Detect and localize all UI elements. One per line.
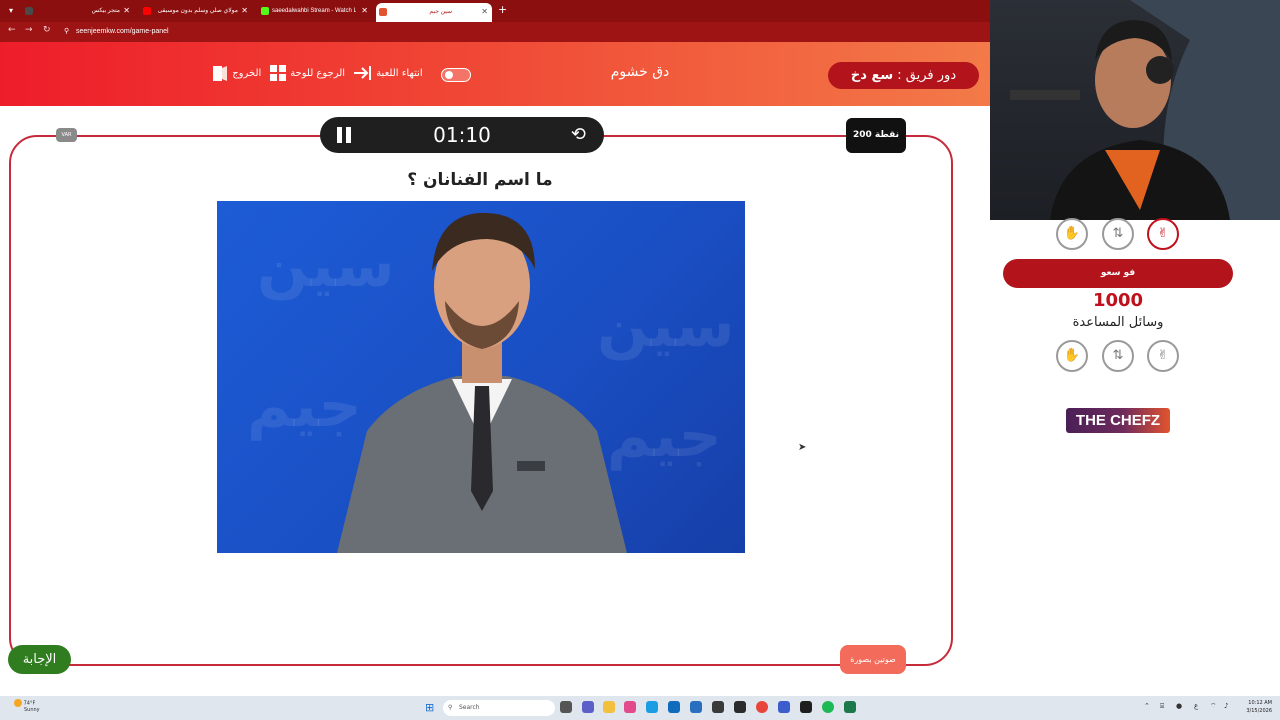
tab-kick-stream[interactable]: saeedalwahbi Stream - Watch Liv ✕ <box>258 2 372 20</box>
back-icon[interactable]: ← <box>8 25 16 35</box>
mouse-cursor-icon: ➤ <box>798 442 807 453</box>
team-name-bar: فو سعو <box>1003 259 1233 288</box>
sponsor-logo: THE CHEFZ <box>1066 408 1170 433</box>
close-tab-icon[interactable]: ✕ <box>481 3 488 21</box>
seenjeem-favicon-icon <box>379 8 387 16</box>
task-view-icon[interactable] <box>560 701 572 713</box>
chrome-profile-icon[interactable] <box>778 701 790 713</box>
close-tab-icon[interactable]: ✕ <box>361 2 368 20</box>
tray-chevron-icon[interactable]: ⌃ <box>1144 702 1150 710</box>
team-score: 1000 <box>1092 290 1144 311</box>
kick-favicon-icon <box>261 7 269 15</box>
swap-lifeline-icon[interactable]: ⇅ <box>1102 218 1134 250</box>
raised-hand-lifeline-icon[interactable]: ✋ <box>1056 218 1088 250</box>
app2-icon[interactable] <box>844 701 856 713</box>
ime-icon[interactable]: ع <box>1194 702 1198 710</box>
streamer-webcam <box>990 0 1280 220</box>
chrome-icon[interactable] <box>756 701 768 713</box>
victory-hand-lifeline-icon[interactable]: ✌ <box>1147 340 1179 372</box>
taskbar-search[interactable]: ⚲ Search <box>443 700 555 716</box>
turn-indicator: دور فريق : سع دخ <box>828 62 979 89</box>
victory-hand-lifeline-icon[interactable]: ✌ <box>1147 218 1179 250</box>
tab-seen-jeem[interactable]: سين جيم ✕ <box>376 3 492 22</box>
close-tab-icon[interactable]: ✕ <box>123 2 130 20</box>
tab-youtube[interactable]: مولاي صلي وسلم بدون موسيقى ✕ <box>140 2 252 20</box>
reload-icon[interactable]: ↻ <box>43 25 51 35</box>
photos-icon[interactable] <box>690 701 702 713</box>
end-game-toggle[interactable] <box>441 68 471 82</box>
sun-icon <box>14 699 22 707</box>
swap-lifeline-icon[interactable]: ⇅ <box>1102 340 1134 372</box>
game-header: دور فريق : سع دخ دق خشوم انتهاء اللعبة ا… <box>0 42 990 106</box>
timer-bar: 01:10 ⟲ <box>320 117 604 153</box>
address-bar: ← → ↻ ⚲ seenjeemkw.com/game-panel <box>0 22 990 42</box>
lifelines-label: وسائل المساعدة <box>1072 315 1164 330</box>
edge-icon[interactable] <box>646 701 658 713</box>
site-info-icon[interactable]: ⚲ <box>64 25 69 39</box>
spotify-icon[interactable] <box>822 701 834 713</box>
windows-taskbar: 74°F Sunny ⊞ ⚲ Search ⌃ ⌸ ● ع ⌔ ♪ 10:12 … <box>0 696 1280 720</box>
close-tab-icon[interactable]: ✕ <box>241 2 248 20</box>
weather-widget[interactable]: 74°F Sunny <box>14 699 40 713</box>
answer-button[interactable]: الإجابة <box>8 645 71 674</box>
reset-timer-icon[interactable]: ⟲ <box>571 124 586 145</box>
var-badge: VAR <box>56 128 77 142</box>
youtube-favicon-icon <box>143 7 151 15</box>
search-icon: ⚲ <box>448 704 453 711</box>
mic-icon[interactable]: ● <box>1176 702 1182 710</box>
person-photo <box>337 212 627 553</box>
app-icon[interactable] <box>712 701 724 713</box>
current-team-label: دق خشوم <box>610 64 670 80</box>
grid-icon <box>270 65 286 81</box>
store-icon[interactable] <box>624 701 636 713</box>
end-game-button[interactable]: انتهاء اللعبة <box>353 64 423 84</box>
tab-menu-button[interactable]: ▾ <box>4 4 18 18</box>
taskbar-clock[interactable]: 10:12 AM 3/15/2026 <box>1240 699 1272 715</box>
door-exit-icon <box>213 66 227 81</box>
tab-beks-store[interactable]: متجر بيكس ✕ <box>22 2 134 20</box>
raised-hand-lifeline-icon[interactable]: ✋ <box>1056 340 1088 372</box>
store-favicon-icon <box>25 7 33 15</box>
new-tab-icon[interactable]: + <box>498 3 507 16</box>
points-badge: 200 نقطة <box>846 118 906 153</box>
browser-tab-bar: ▾ متجر بيكس ✕ مولاي صلي وسلم بدون موسيقى… <box>0 0 990 22</box>
timer-display: 01:10 <box>433 123 491 147</box>
volume-icon[interactable]: ♪ <box>1224 702 1228 710</box>
exit-button[interactable]: الخروج <box>211 64 261 84</box>
enter-arrow-icon <box>354 66 371 80</box>
voice-with-image-button[interactable]: صوتين بصورة <box>840 645 906 674</box>
question-text: ما اسم الفنانان ؟ <box>407 170 553 190</box>
outlook-icon[interactable] <box>668 701 680 713</box>
network-icon[interactable]: ⌸ <box>1160 702 1164 711</box>
obs-icon[interactable] <box>734 701 746 713</box>
back-to-board-button[interactable]: الرجوع للوحة <box>269 64 345 84</box>
windows-start-icon[interactable]: ⊞ <box>425 701 434 714</box>
terminal-icon[interactable] <box>800 701 812 713</box>
teams-icon[interactable] <box>582 701 594 713</box>
question-image: سين سين جيم جيم <box>217 201 745 553</box>
forward-icon[interactable]: → <box>25 25 33 35</box>
url-field[interactable]: ⚲ seenjeemkw.com/game-panel <box>62 25 982 39</box>
file-explorer-icon[interactable] <box>603 701 615 713</box>
wifi-icon[interactable]: ⌔ <box>1210 702 1217 711</box>
